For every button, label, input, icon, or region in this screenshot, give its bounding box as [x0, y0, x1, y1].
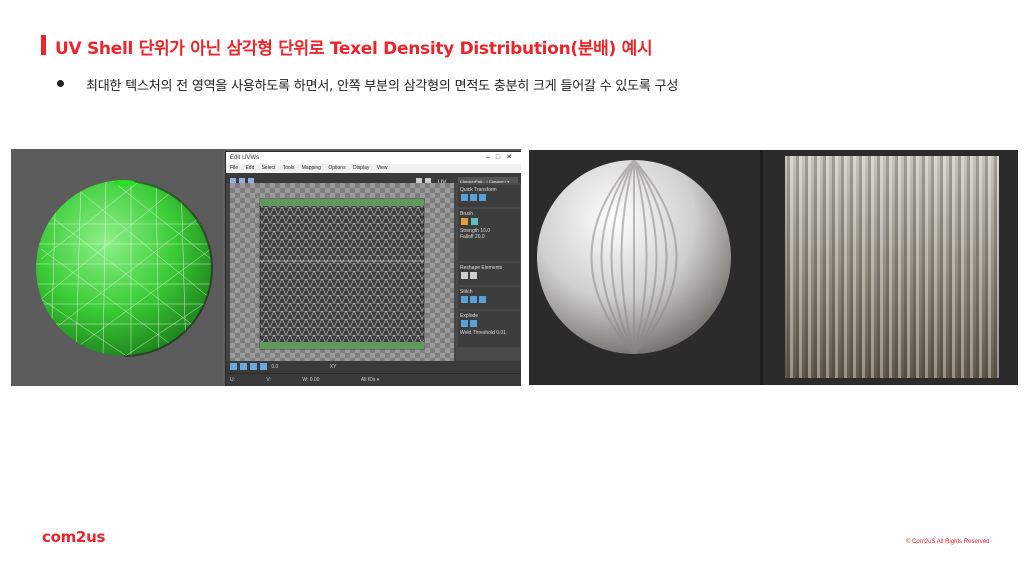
- uv-toolbar: UV CheckerPatt... ( Checker ) ▾: [226, 173, 521, 186]
- falloff-row: Falloff 20.0: [460, 234, 518, 240]
- edit-uvws-window: Edit UVWs –□✕ File Edit Select Tools Map…: [225, 151, 521, 386]
- bottom-toolbar-row: 0.0 XY: [226, 361, 521, 374]
- quick-transform-section: Quick Transform: [458, 185, 520, 207]
- id-dropdown[interactable]: All IDs ▾: [361, 377, 379, 383]
- title-accent-bar: [41, 35, 46, 55]
- w-label: W:: [302, 377, 309, 383]
- menu-display[interactable]: Display: [353, 165, 369, 171]
- window-titlebar: Edit UVWs –□✕: [226, 152, 521, 164]
- stitch-label: Stitch: [460, 289, 473, 295]
- rotate-icon[interactable]: [470, 194, 477, 201]
- reshape-elements-label: Reshape Elements: [460, 265, 503, 271]
- select-vertex-icon[interactable]: [230, 363, 237, 371]
- v-label: V:: [266, 377, 271, 383]
- menu-tools[interactable]: Tools: [283, 165, 295, 171]
- falloff-label: Falloff: [460, 234, 474, 240]
- break-icon[interactable]: [461, 320, 468, 327]
- menu-view[interactable]: View: [377, 165, 388, 171]
- u-label: U:: [230, 377, 235, 383]
- menu-edit[interactable]: Edit: [245, 165, 254, 171]
- select-element-icon[interactable]: [260, 363, 267, 371]
- menu-options[interactable]: Options: [328, 165, 345, 171]
- baked-texture-image: [785, 156, 999, 378]
- window-controls[interactable]: –□✕: [486, 152, 518, 164]
- bullet-text: 최대한 텍스처의 전 영역을 사용하도록 하면서, 안쪽 부분의 삼각형의 면적…: [86, 79, 679, 94]
- uv-editor-screenshot: Edit UVWs –□✕ File Edit Select Tools Map…: [11, 149, 521, 386]
- select-edge-icon[interactable]: [240, 363, 247, 371]
- align-icon[interactable]: [461, 194, 468, 201]
- detach-icon[interactable]: [470, 320, 477, 327]
- w-value[interactable]: 0.00: [310, 377, 320, 383]
- wire-sphere-image: [36, 179, 214, 357]
- weld-label: Weld: [460, 330, 472, 336]
- uv-checker-layout: [230, 183, 454, 361]
- threshold-label: Threshold: [472, 330, 495, 336]
- menu-select[interactable]: Select: [261, 165, 275, 171]
- bullet-dot: [57, 80, 64, 87]
- paint-brush-icon[interactable]: [461, 218, 468, 225]
- coordinate-row: U: V: W: 0.00 All IDs ▾: [226, 374, 521, 386]
- explode-label: Explode: [460, 313, 479, 319]
- quick-transform-label: Quick Transform: [460, 187, 497, 193]
- menu-mapping[interactable]: Mapping: [302, 165, 321, 171]
- com2us-logo: com2us: [42, 528, 106, 546]
- weld-row: Weld Threshold 0.01: [460, 330, 518, 336]
- brush-section: Brush Strength 10.0 Falloff 20.0: [458, 209, 520, 261]
- page-title: UV Shell 단위가 아닌 삼각형 단위로 Texel Density Di…: [55, 39, 653, 59]
- stitch-icon[interactable]: [461, 296, 468, 303]
- render-texture-screenshot: [529, 150, 1018, 385]
- copyright-text: © Com2uS All Rights Reserved: [906, 539, 990, 545]
- select-face-icon[interactable]: [250, 363, 257, 371]
- straighten-icon[interactable]: [470, 272, 477, 279]
- explode-section: Explode Weld Threshold 0.01: [458, 311, 520, 347]
- zoom-value[interactable]: 0.0: [271, 364, 278, 370]
- threshold-value[interactable]: 0.01: [496, 330, 506, 336]
- stitch-target-icon[interactable]: [470, 296, 477, 303]
- uv-side-panel: Quick Transform Brush Strength 10.0 Fall…: [456, 183, 521, 361]
- relax-brush-icon[interactable]: [471, 218, 479, 225]
- brush-label: Brush: [460, 211, 474, 217]
- reshape-elements-section: Reshape Elements: [458, 263, 520, 285]
- falloff-value[interactable]: 20.0: [475, 234, 485, 240]
- uv-bottom-bar: 0.0 XY U: V: W: 0.00 All IDs ▾: [226, 361, 521, 386]
- viewport-3d: [11, 149, 223, 386]
- stitch-section: Stitch: [458, 287, 520, 309]
- relax-icon[interactable]: [461, 272, 468, 279]
- menu-file[interactable]: File: [230, 165, 238, 171]
- stitch-avg-icon[interactable]: [479, 296, 486, 303]
- xy-label[interactable]: XY: [330, 364, 337, 370]
- uv-canvas[interactable]: [230, 183, 454, 361]
- rendered-sphere-image: [537, 160, 731, 354]
- menu-bar: File Edit Select Tools Mapping Options D…: [226, 164, 521, 173]
- window-title: Edit UVWs: [230, 155, 260, 161]
- flip-icon[interactable]: [479, 194, 486, 201]
